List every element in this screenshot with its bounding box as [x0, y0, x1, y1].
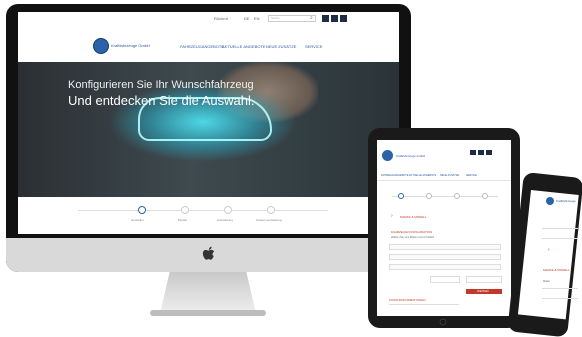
- step-dot-4[interactable]: [267, 206, 275, 214]
- steps-progress-line: [78, 210, 328, 211]
- phone-chevron-icon: ›: [548, 247, 550, 253]
- nav-item-neue-zusaetze[interactable]: NEUE ZUSÄTZE: [266, 44, 296, 49]
- tablet-nav-item[interactable]: AKTUELLE ANGEBOTE: [409, 174, 436, 177]
- tablet-step-dot[interactable]: [454, 193, 460, 199]
- tablet-select-variant[interactable]: [389, 264, 501, 270]
- youtube-icon[interactable]: [340, 15, 347, 22]
- logo-text[interactable]: Kraftfahrzeuge GmbH: [111, 43, 150, 48]
- tablet-next-button-label[interactable]: WEITER: [477, 289, 489, 293]
- tablet-nav-item[interactable]: FAHRZEUGANGEBOTE: [381, 174, 409, 177]
- tablet-step-dot[interactable]: [426, 193, 432, 199]
- tablet-social-icon[interactable]: [486, 150, 492, 155]
- nav-item-fahrzeugangebote[interactable]: FAHRZEUGANGEBOTE: [180, 44, 224, 49]
- hero-line-2: Und entdecken Sie die Auswahl.: [68, 93, 255, 108]
- tablet-form-heading: FAHRZEUGKONFIGURATION: [391, 230, 433, 234]
- tablet-field-small[interactable]: [466, 276, 502, 283]
- step-label-1: Hersteller: [131, 218, 144, 222]
- topbar-link-en[interactable]: EN: [254, 16, 260, 21]
- tablet-social-icon[interactable]: [478, 150, 484, 155]
- tablet-home-button-icon: [439, 318, 447, 326]
- tablet-form-hint: Wählen Sie eine Marke und ein Modell: [391, 236, 434, 239]
- desktop-search-input[interactable]: Suche: [268, 15, 316, 22]
- phone-logo-text[interactable]: Kraftfahrzeuge: [556, 199, 576, 203]
- facebook-icon[interactable]: [322, 15, 329, 22]
- tablet-section-title: MARKE & MODELL: [400, 215, 427, 219]
- imac-stand: [160, 272, 256, 314]
- step-dot-3[interactable]: [224, 206, 232, 214]
- twitter-icon[interactable]: [331, 15, 338, 22]
- tablet-nav-item[interactable]: NEUE ZUSÄTZE: [440, 174, 459, 177]
- configurator-steps: [18, 197, 399, 234]
- tablet-logo-text[interactable]: Kraftfahrzeuge GmbH: [396, 154, 425, 158]
- nav-item-aktuelle-angebote[interactable]: AKTUELLE ANGEBOTE: [222, 44, 266, 49]
- chevron-right-icon: ›: [391, 213, 393, 219]
- tablet-step-dot[interactable]: [398, 193, 404, 199]
- step-label-2: Modell: [178, 218, 187, 222]
- phone-field-label: Marke: [543, 280, 550, 283]
- topbar-link-de[interactable]: DE: [244, 16, 250, 21]
- nav-item-service[interactable]: SERVICE: [305, 44, 323, 49]
- step-label-3: Ausstattung: [217, 218, 233, 222]
- tablet-field-small[interactable]: [430, 276, 460, 283]
- search-icon[interactable]: ⌕: [310, 15, 313, 21]
- imac-stand-base: [150, 310, 266, 316]
- desktop-page: Rückruf DE EN Suche ⌕ Kraftfahrzeuge Gmb…: [18, 12, 399, 234]
- phone-logo-icon[interactable]: [546, 197, 554, 205]
- phone-divider: [542, 288, 578, 289]
- phone-divider: [542, 298, 578, 299]
- apple-logo-icon: [202, 246, 215, 260]
- tablet-logo-icon[interactable]: [382, 150, 393, 161]
- tablet-divider: [377, 180, 511, 181]
- phone-divider: [542, 238, 578, 239]
- hero-line-1: Konfigurieren Sie Ihr Wunschfahrzeug: [68, 79, 254, 91]
- topbar-link-callback[interactable]: Rückruf: [214, 16, 228, 21]
- logo-icon[interactable]: [93, 38, 109, 54]
- step-label-4: Zusammenfassung: [256, 218, 282, 222]
- tablet-nav-item[interactable]: SERVICE: [466, 174, 477, 177]
- step-dot-2[interactable]: [181, 206, 189, 214]
- tablet-select-brand[interactable]: [389, 244, 501, 250]
- tablet-step-dot[interactable]: [482, 193, 488, 199]
- tablet-select-model[interactable]: [389, 254, 501, 260]
- step-dot-1[interactable]: [138, 206, 146, 214]
- tablet-footer-line: [389, 304, 459, 305]
- tablet-social-icon[interactable]: [470, 150, 476, 155]
- phone-divider: [542, 228, 578, 229]
- phone-section-title: MARKE & MODELL: [543, 268, 570, 272]
- tablet-footer-heading: ZUSATZINFORMATIONEN: [389, 298, 426, 302]
